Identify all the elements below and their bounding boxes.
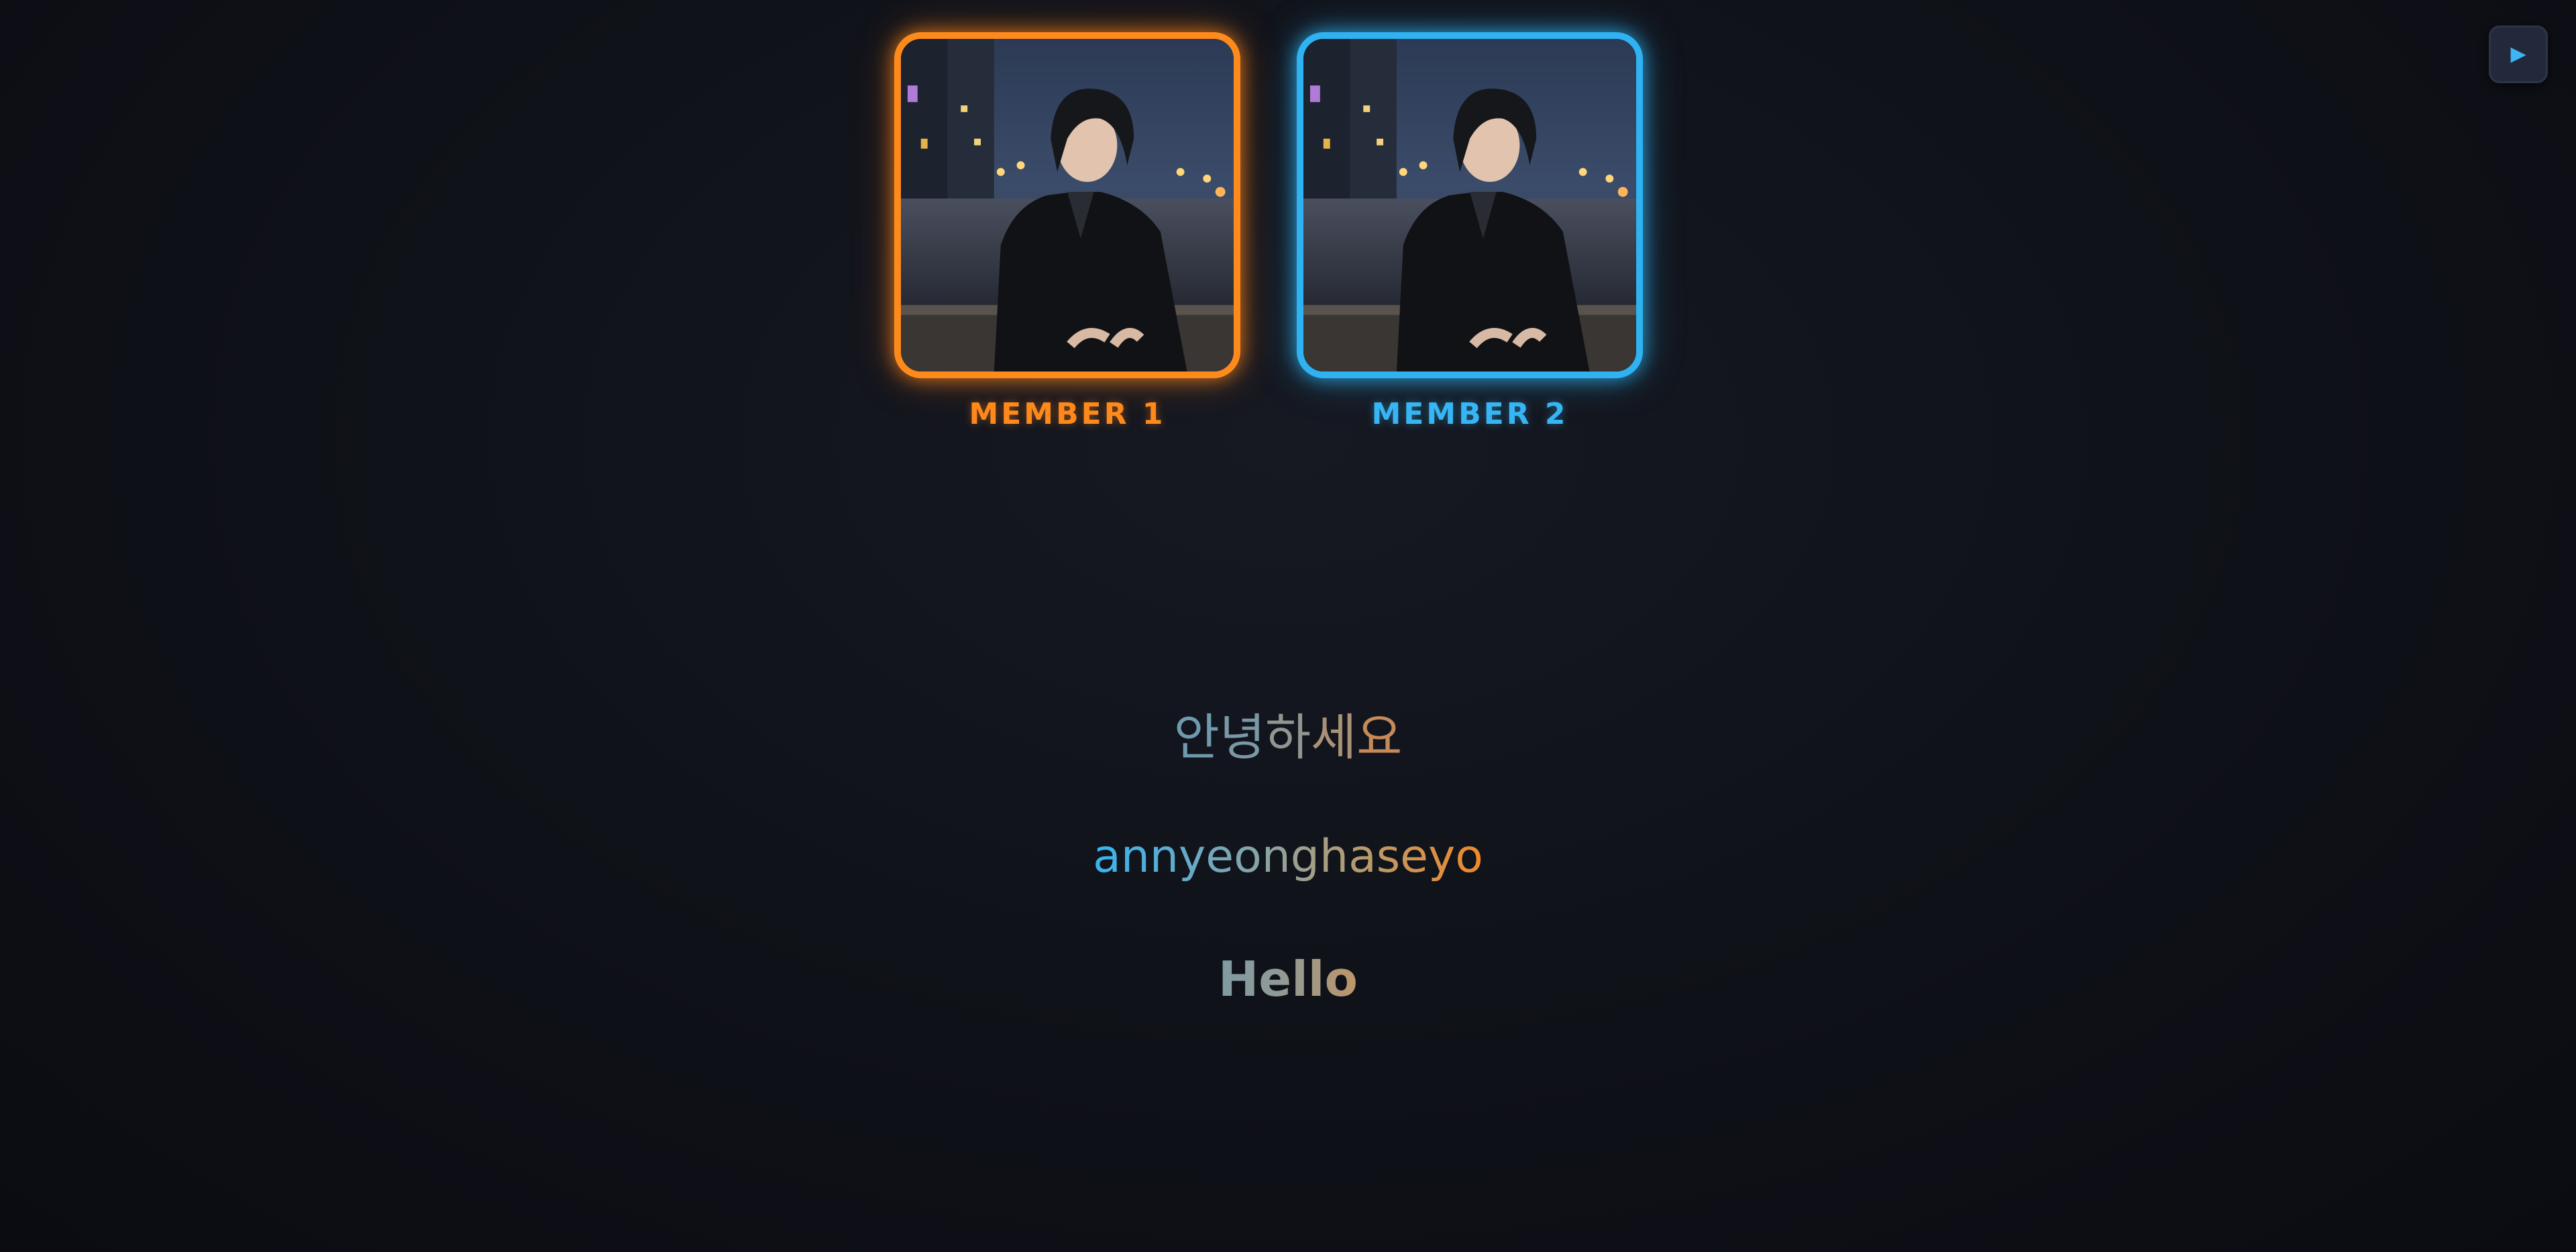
romanization-row: annyeonghaseyo — [0, 830, 2576, 883]
english-translation: Hello — [1218, 951, 1358, 1007]
member-1-photo-image — [901, 39, 1234, 372]
translation-row: Hello — [0, 951, 2576, 1007]
member-row: MEMBER 1 MEMBER 2 — [0, 32, 2576, 431]
play-icon: ▶ — [2510, 42, 2526, 66]
korean-char: 세 — [1311, 709, 1357, 766]
korean-char: 요 — [1356, 709, 1403, 766]
member-1-photo[interactable] — [894, 32, 1240, 378]
member-card-1[interactable]: MEMBER 1 — [888, 32, 1246, 431]
korean-char: 녕 — [1219, 709, 1265, 766]
member-1-label: MEMBER 1 — [969, 397, 1166, 431]
app-stage: MEMBER 1 MEMBER 2 ▶ 안녕하세요 annyeonghaseyo… — [0, 0, 2576, 1252]
member-2-photo-image — [1303, 39, 1636, 372]
member-card-2[interactable]: MEMBER 2 — [1291, 32, 1649, 431]
member-2-photo[interactable] — [1297, 32, 1643, 378]
play-button[interactable]: ▶ — [2489, 25, 2548, 83]
romanization-text: annyeonghaseyo — [1093, 830, 1483, 883]
korean-char: 안 — [1173, 709, 1220, 766]
member-2-label: MEMBER 2 — [1371, 397, 1568, 431]
korean-phrase: 안녕하세요 — [0, 697, 2576, 769]
korean-char: 하 — [1265, 709, 1311, 766]
